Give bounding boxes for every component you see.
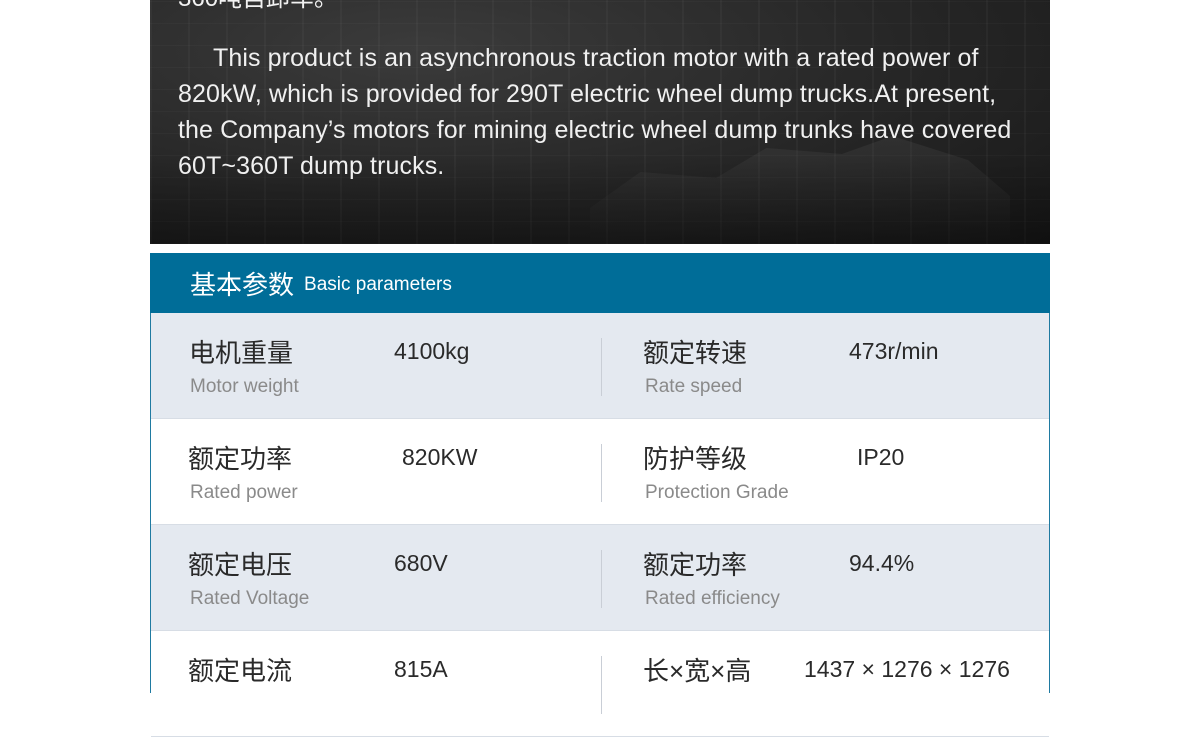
param-label-cn: 长×宽×高 (643, 656, 752, 686)
table-row: 额定功率 Rated power 820KW 防护等级 Protection G… (151, 419, 1049, 525)
row-divider (601, 656, 602, 714)
param-label-cn: 防护等级 (643, 444, 748, 474)
param-value: 94.4% (849, 550, 915, 576)
param-label-cn: 电机重量 (189, 338, 294, 368)
param-label-en: Motor weight (190, 376, 299, 397)
params-title-cn: 基本参数 (190, 269, 295, 300)
params-header: 基本参数 Basic parameters (150, 253, 1050, 313)
param-label-en: Rated efficiency (645, 588, 780, 609)
hero-description: This product is an asynchronous traction… (178, 44, 1012, 180)
table-row: 额定电流 815A 长×宽×高 1437 × 1276 × 1276 (151, 631, 1049, 737)
param-value: 4100kg (394, 338, 470, 364)
param-label-cn: 额定功率 (188, 444, 293, 474)
param-label-en: Rated Voltage (190, 588, 310, 609)
row-divider (601, 338, 602, 396)
param-label-cn: 额定功率 (643, 550, 748, 580)
param-value: 1437 × 1276 × 1276 (804, 656, 1010, 682)
param-value: 815A (394, 656, 448, 682)
params-title-en: Basic parameters (304, 274, 452, 295)
param-label-cn: 额定电压 (188, 550, 293, 580)
hero-cn-text: 360吨自卸车。 (178, 0, 338, 14)
param-value: IP20 (857, 444, 905, 470)
param-label-en: Rate speed (645, 376, 743, 397)
row-divider (601, 550, 602, 608)
params-table: 电机重量 Motor weight 4100kg 额定转速 Rate speed… (150, 313, 1050, 737)
param-value: 473r/min (849, 338, 939, 364)
param-label-en: Protection Grade (645, 482, 789, 503)
param-label-cn: 额定电流 (188, 656, 293, 686)
table-row: 电机重量 Motor weight 4100kg 额定转速 Rate speed… (151, 313, 1049, 419)
param-label-cn: 额定转速 (643, 338, 748, 368)
param-value: 680V (394, 550, 448, 576)
row-divider (601, 444, 602, 502)
param-label-en: Rated power (190, 482, 298, 503)
param-value: 820KW (402, 444, 478, 470)
table-row: 额定电压 Rated Voltage 680V 额定功率 Rated effic… (151, 525, 1049, 631)
